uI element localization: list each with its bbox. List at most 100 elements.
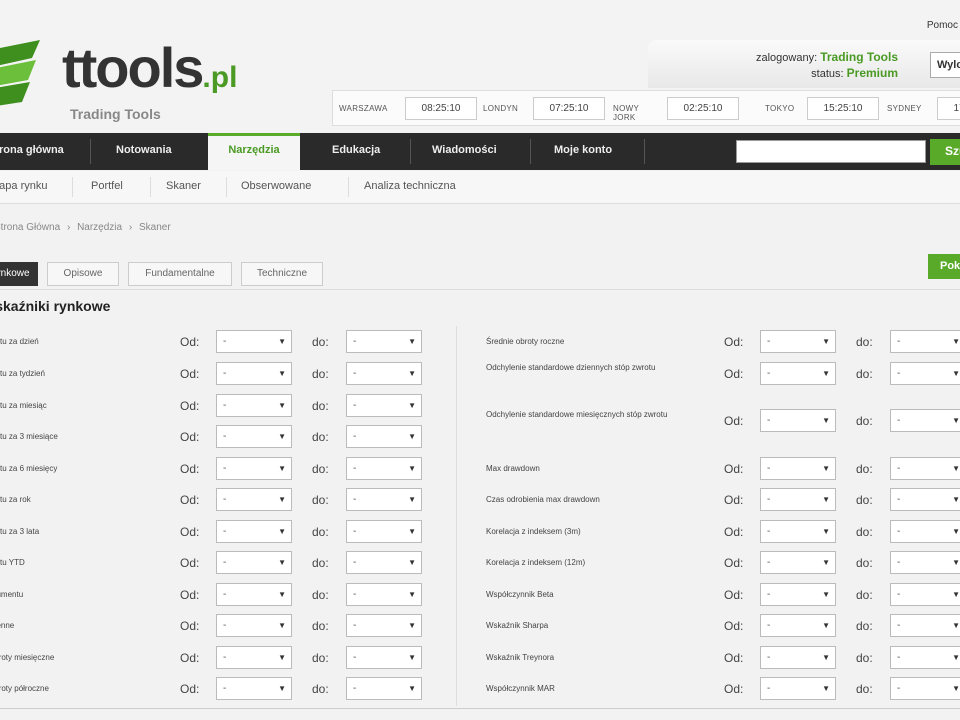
from-select[interactable]: - [216, 551, 292, 574]
breadcrumb-tools[interactable]: Narzędzia [77, 222, 122, 233]
to-select[interactable]: - [890, 488, 960, 511]
od-label: Od: [180, 462, 200, 476]
filter-label: Stopa zwrotu za dzień [0, 337, 39, 346]
to-select[interactable]: - [890, 457, 960, 480]
filter-label: Odchylenie standardowe dziennych stóp zw… [486, 363, 656, 372]
from-select[interactable]: - [760, 583, 836, 606]
left-filter-row: Średnie obroty półroczne Od: - do: - [0, 677, 430, 703]
from-select[interactable]: - [760, 551, 836, 574]
from-select[interactable]: - [760, 488, 836, 511]
from-select[interactable]: - [216, 583, 292, 606]
subnav-technical-analysis[interactable]: Analiza techniczna [364, 180, 456, 192]
from-select[interactable]: - [760, 614, 836, 637]
site-search-input[interactable] [736, 140, 926, 163]
filter-label: Stopa zwrotu YTD [0, 558, 25, 567]
filter-label: Cena instrumentu [0, 590, 24, 599]
show-results-button[interactable]: Pokaż [928, 254, 960, 279]
to-select[interactable]: - [890, 551, 960, 574]
to-select[interactable]: - [890, 362, 960, 385]
to-select[interactable]: - [346, 677, 422, 700]
right-filter-row: Wskaźnik Treynora Od: - do: - [486, 646, 960, 672]
filter-label: Max drawdown [486, 464, 540, 473]
from-select[interactable]: - [216, 425, 292, 448]
from-select[interactable]: - [216, 330, 292, 353]
filter-label: Obroty dzienne [0, 621, 15, 630]
to-select[interactable]: - [346, 362, 422, 385]
to-select[interactable]: - [346, 614, 422, 637]
from-select[interactable]: - [760, 677, 836, 700]
to-select[interactable]: - [346, 425, 422, 448]
left-filter-row: Cena instrumentu Od: - do: - [0, 583, 430, 609]
do-label: do: [312, 335, 329, 349]
from-select[interactable]: - [760, 409, 836, 432]
logout-button[interactable]: Wyloguj [930, 52, 960, 78]
do-label: do: [312, 651, 329, 665]
from-select[interactable]: - [216, 614, 292, 637]
right-filter-row: Korelacja z indeksem (12m) Od: - do: - [486, 551, 960, 577]
nav-tools[interactable]: Narzędzia [208, 133, 300, 170]
do-label: do: [856, 682, 873, 696]
subnav-scanner[interactable]: Skaner [166, 180, 201, 192]
nav-home[interactable]: Strona główna [0, 133, 78, 170]
breadcrumb-scanner: Skaner [139, 222, 171, 233]
od-label: Od: [724, 414, 744, 428]
tab-market[interactable]: Rynkowe [0, 262, 38, 286]
from-select[interactable]: - [216, 394, 292, 417]
filter-label: Wskaźnik Sharpa [486, 621, 549, 630]
nav-news[interactable]: Wiadomości [432, 133, 522, 170]
help-link[interactable]: Pomoc [927, 20, 958, 31]
from-select[interactable]: - [760, 330, 836, 353]
from-select[interactable]: - [760, 457, 836, 480]
nav-education[interactable]: Edukacja [332, 133, 402, 170]
from-select[interactable]: - [216, 677, 292, 700]
from-select[interactable]: - [216, 646, 292, 669]
from-select[interactable]: - [760, 362, 836, 385]
right-filter-row: Korelacja z indeksem (3m) Od: - do: - [486, 520, 960, 546]
from-select[interactable]: - [216, 362, 292, 385]
to-select[interactable]: - [346, 646, 422, 669]
nav-my-account[interactable]: Moje konto [554, 133, 644, 170]
to-select[interactable]: - [890, 583, 960, 606]
status-value: Premium [846, 66, 898, 80]
filter-label: Średnie obroty półroczne [0, 684, 49, 693]
logo-text[interactable]: ttools.pl [62, 40, 237, 106]
nav-quotes[interactable]: Notowania [116, 133, 206, 170]
from-select[interactable]: - [216, 520, 292, 543]
from-select[interactable]: - [760, 520, 836, 543]
filter-label: Wskaźnik Treynora [486, 653, 555, 662]
tab-fundamental[interactable]: Fundamentalne [128, 262, 232, 286]
to-select[interactable]: - [346, 520, 422, 543]
tab-descriptive[interactable]: Opisowe [47, 262, 119, 286]
to-select[interactable]: - [890, 520, 960, 543]
filter-label: Średnie obroty roczne [486, 337, 565, 346]
from-select[interactable]: - [216, 488, 292, 511]
breadcrumb-home[interactable]: Strona Główna [0, 222, 60, 233]
from-select[interactable]: - [216, 457, 292, 480]
site-search-button[interactable]: Szukaj [930, 139, 960, 165]
subnav-watchlist[interactable]: Obserwowane [241, 180, 311, 192]
od-label: Od: [180, 682, 200, 696]
status-line: status: Premium [811, 66, 898, 80]
subnav-portfolio[interactable]: Portfel [91, 180, 123, 192]
from-select[interactable]: - [760, 646, 836, 669]
to-select[interactable]: - [346, 551, 422, 574]
to-select[interactable]: - [890, 409, 960, 432]
to-select[interactable]: - [346, 488, 422, 511]
od-label: Od: [724, 651, 744, 665]
od-label: Od: [180, 335, 200, 349]
left-filter-row: Stopa zwrotu za dzień Od: - do: - [0, 330, 430, 356]
section-title: Wskaźniki rynkowe [0, 298, 111, 314]
to-select[interactable]: - [346, 394, 422, 417]
to-select[interactable]: - [346, 330, 422, 353]
to-select[interactable]: - [346, 583, 422, 606]
to-select[interactable]: - [346, 457, 422, 480]
left-filter-row: Stopa zwrotu za miesiąc Od: - do: - [0, 394, 430, 420]
subnav-market-map[interactable]: Mapa rynku [0, 180, 47, 192]
to-select[interactable]: - [890, 614, 960, 637]
od-label: Od: [180, 619, 200, 633]
to-select[interactable]: - [890, 330, 960, 353]
left-filter-row: Stopa zwrotu za tydzień Od: - do: - [0, 362, 430, 388]
to-select[interactable]: - [890, 677, 960, 700]
tab-technical[interactable]: Techniczne [241, 262, 323, 286]
to-select[interactable]: - [890, 646, 960, 669]
